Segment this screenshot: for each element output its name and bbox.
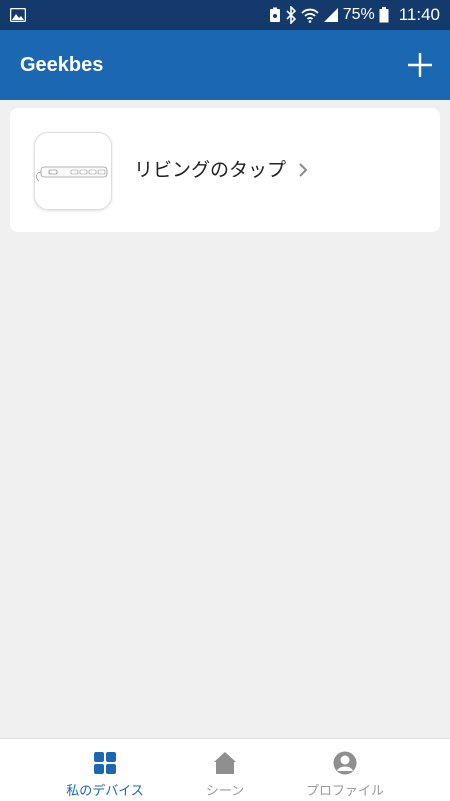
clipboard-icon	[269, 7, 280, 22]
tab-profile[interactable]: プロファイル	[270, 739, 420, 801]
bluetooth-icon	[286, 6, 296, 24]
wifi-icon	[301, 8, 319, 23]
bottom-nav: 私のデバイス シーン プロファイル	[0, 738, 450, 801]
clock: 11:40	[398, 5, 440, 24]
grid-icon	[94, 752, 116, 774]
app-bar: Geekbes	[0, 30, 450, 100]
user-icon	[333, 751, 357, 775]
power-strip-icon	[36, 166, 108, 182]
image-notification-icon	[10, 8, 26, 22]
chevron-right-icon	[299, 163, 308, 177]
plus-icon	[408, 53, 432, 77]
tab-label: プロファイル	[305, 784, 384, 799]
battery-icon	[379, 7, 389, 23]
add-device-button[interactable]	[406, 51, 434, 79]
home-icon	[214, 752, 236, 774]
status-bar: 75% 11:40	[0, 0, 450, 30]
status-icons: 75% 11:40	[269, 0, 440, 30]
app-title: Geekbes	[20, 54, 104, 76]
signal-icon	[323, 8, 338, 22]
battery-percent: 75%	[342, 6, 375, 23]
device-name: リビングのタップ	[134, 159, 287, 181]
device-card[interactable]: リビングのタップ	[10, 108, 440, 232]
device-thumbnail	[34, 132, 112, 210]
